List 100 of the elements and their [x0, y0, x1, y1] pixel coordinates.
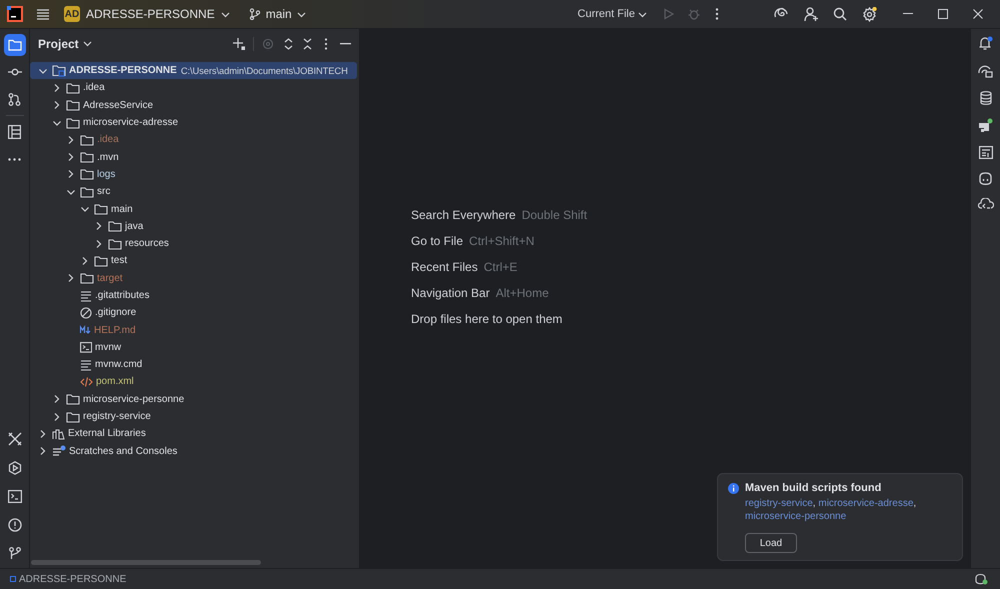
chevron-right-icon[interactable] [38, 428, 48, 439]
chevron-right-icon[interactable] [66, 152, 76, 162]
report-icon[interactable] [978, 146, 992, 159]
breadcrumb[interactable]: ADRESSE-PERSONNE [19, 572, 126, 586]
load-button[interactable]: Load [745, 533, 797, 553]
folder-name: main [111, 202, 133, 217]
chevron-right-icon[interactable] [52, 412, 62, 422]
tree-row[interactable]: AdresseService [30, 96, 357, 114]
tree-row[interactable]: ADRESSE-PERSONNE C:\Users\admin\Documents\JOBINTECH [30, 62, 357, 80]
tree-row[interactable]: .idea [30, 131, 357, 148]
folder-name: test [111, 254, 128, 268]
tree-row[interactable]: java [30, 218, 357, 235]
link[interactable]: microservice-adresse [818, 498, 914, 509]
pull-request-icon[interactable] [8, 93, 21, 106]
database-icon[interactable] [980, 91, 992, 105]
file-name: pom.xml [96, 375, 134, 390]
structure-icon[interactable] [8, 125, 21, 139]
tree-row[interactable]: src [30, 183, 357, 200]
cloud-code-icon[interactable] [978, 198, 994, 210]
folder-icon [80, 134, 94, 146]
folder-icon [66, 116, 80, 129]
node-label: Scratches and Consoles [69, 444, 178, 459]
chevron-right-icon[interactable] [80, 256, 90, 266]
tree-row[interactable]: microservice-personne [30, 390, 357, 408]
folder-name: .idea [83, 81, 105, 96]
chevron-right-icon[interactable] [38, 446, 48, 456]
tree-row[interactable]: .gitignore [30, 304, 357, 322]
hint-action: Go to File [411, 232, 464, 250]
tree-row[interactable]: Scratches and Consoles [30, 442, 357, 460]
problems-icon[interactable] [8, 518, 22, 532]
chevron-right-icon[interactable] [66, 169, 76, 180]
app-logo-icon[interactable] [7, 6, 23, 22]
build-tools-icon[interactable] [8, 432, 22, 446]
tree-row[interactable]: resources [30, 234, 357, 252]
tree-row[interactable]: HELP.md [30, 321, 357, 339]
tree-row[interactable]: External Libraries [30, 425, 357, 443]
commit-icon[interactable] [8, 68, 22, 76]
folder-name: logs [97, 168, 116, 182]
branch-icon [248, 8, 261, 20]
chevron-right-icon[interactable] [94, 221, 104, 232]
project-badge: AD [64, 6, 80, 22]
tree-row[interactable]: mvnw.cmd [30, 356, 357, 374]
horizontal-scrollbar[interactable] [31, 560, 261, 565]
scratches-icon [52, 445, 66, 458]
git-icon[interactable] [8, 547, 20, 560]
folder-name: microservice-personne [83, 392, 184, 407]
chevron-right-icon[interactable] [52, 394, 62, 404]
link[interactable]: microservice-personne [745, 511, 846, 522]
tree-row[interactable]: test [30, 252, 357, 270]
more-tools-icon[interactable] [8, 158, 21, 161]
maximize-icon[interactable] [938, 9, 948, 19]
add-user-icon[interactable] [804, 6, 819, 22]
close-icon[interactable] [973, 9, 983, 19]
collapse-all-icon[interactable] [303, 38, 312, 50]
folder-name: resources [125, 237, 169, 252]
chevron-right-icon[interactable] [52, 82, 62, 93]
expand-all-icon[interactable] [284, 38, 293, 50]
tool-window-title[interactable]: Project [38, 34, 92, 52]
link[interactable]: registry-service [745, 498, 813, 509]
project-switcher[interactable]: AD ADRESSE-PERSONNE [61, 3, 233, 25]
folder-name: microservice-adresse [83, 116, 178, 130]
folder-name: .mvn [97, 150, 119, 165]
module-folder-icon [52, 64, 66, 78]
run-configuration-selector[interactable]: Current File [578, 6, 647, 22]
minimize-icon[interactable] [903, 13, 913, 15]
tree-row[interactable]: logs [30, 166, 357, 184]
chevron-right-icon[interactable] [94, 238, 104, 249]
chevron-down-icon[interactable] [80, 204, 90, 214]
chevron-right-icon[interactable] [66, 273, 76, 284]
branch-switcher[interactable]: main [248, 3, 306, 25]
folder-icon [80, 151, 94, 164]
tree-row[interactable]: .idea [30, 79, 357, 97]
services-icon[interactable] [8, 461, 22, 475]
notification-title: Maven build scripts found [745, 481, 882, 496]
menu-icon[interactable] [36, 7, 50, 21]
tree-row[interactable]: .gitattributes [30, 286, 357, 304]
tree-row[interactable]: pom.xml [30, 373, 357, 391]
more-icon[interactable] [715, 8, 719, 20]
settings-icon[interactable] [862, 6, 877, 22]
add-icon[interactable] [233, 38, 245, 50]
notifications-icon[interactable] [978, 36, 993, 51]
chevron-right-icon[interactable] [52, 100, 62, 110]
chevron-right-icon[interactable] [66, 134, 76, 145]
search-icon[interactable] [833, 7, 847, 21]
tree-row[interactable]: mvnw [30, 338, 357, 356]
folder-icon [66, 393, 80, 406]
project-path: C:\Users\admin\Documents\JOBINTECH [180, 64, 348, 78]
tree-row[interactable]: microservice-adresse [30, 114, 357, 132]
tree-row[interactable]: main [30, 200, 357, 218]
tree-row[interactable]: registry-service [30, 408, 357, 426]
text-file-icon [80, 358, 92, 371]
options-icon[interactable] [324, 38, 328, 50]
hint-action: Search Everywhere [411, 206, 516, 224]
tree-row[interactable]: .mvn [30, 148, 357, 166]
terminal-icon[interactable] [8, 490, 22, 503]
folder-icon [108, 220, 122, 232]
chevron-down-icon [82, 39, 92, 48]
tree-row[interactable]: target [30, 270, 357, 287]
project-tool-button[interactable] [4, 34, 26, 56]
folder-name: src [97, 185, 110, 200]
